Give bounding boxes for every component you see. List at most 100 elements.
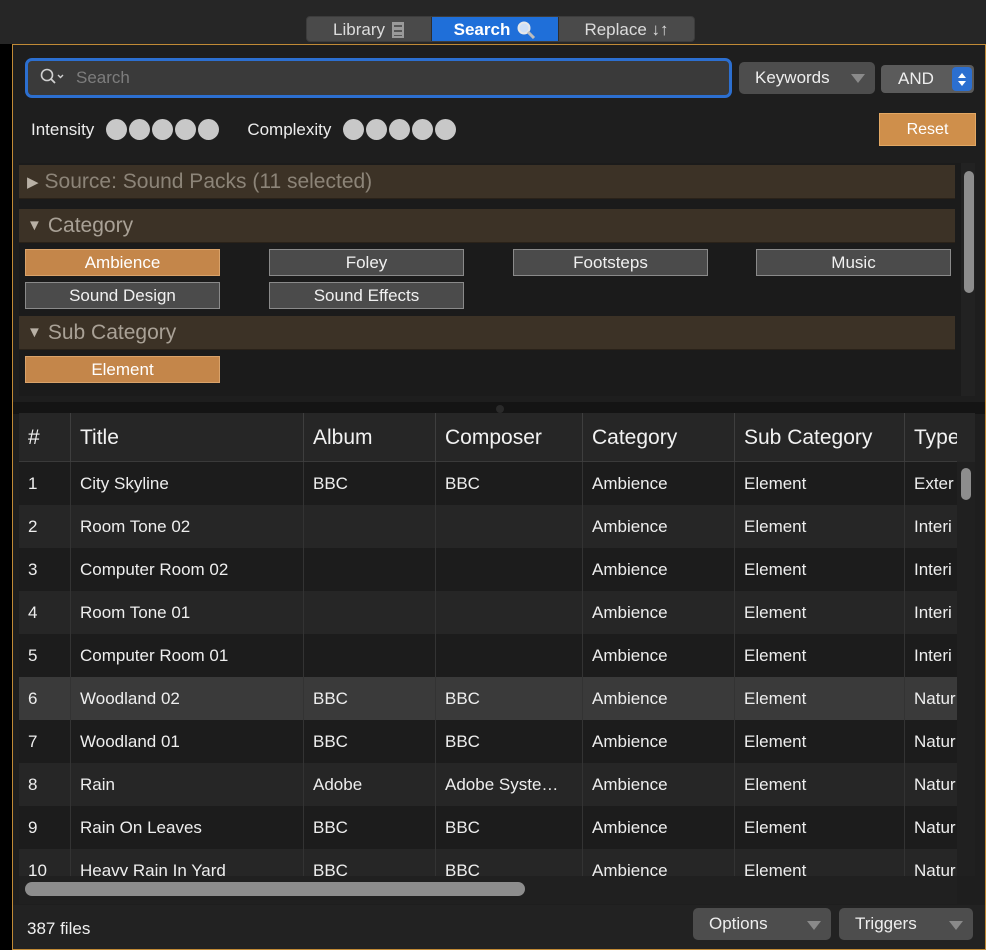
column-header-title[interactable]: Title [71, 413, 304, 462]
disclosure-down-icon: ▼ [27, 324, 42, 341]
table-cell-type: Interi [914, 602, 952, 622]
column-header-subcategory[interactable]: Sub Category [735, 413, 905, 462]
file-count: 387 files [27, 919, 91, 938]
table-cell-number: 10 [19, 849, 71, 877]
category-chip-music[interactable]: Music [756, 249, 951, 276]
intensity-rating[interactable] [106, 119, 220, 140]
category-chip-ambience[interactable]: Ambience [25, 249, 220, 276]
table-cell-category: Ambience [583, 677, 735, 720]
table-cell-number: 1 [19, 462, 71, 505]
category-chip-sound-design[interactable]: Sound Design [25, 282, 220, 309]
table-vscroll-thumb[interactable] [961, 468, 971, 500]
intensity-dot[interactable] [129, 119, 151, 140]
table-row[interactable]: 8 Rain Adobe Adobe Syste… Ambience Element Nat… [19, 763, 957, 806]
column-header-number[interactable]: # [19, 413, 71, 462]
table-row[interactable]: 5 Computer Room 01 Ambience Element Interi [19, 634, 957, 677]
table-row[interactable]: 4 Room Tone 01 Ambience Element Interi [19, 591, 957, 634]
table-row[interactable]: 10 Heavy Rain In Yard BBC BBC Ambience Elemen… [19, 849, 957, 877]
logic-operator-select[interactable]: AND [881, 65, 974, 93]
results-table: # Title Album Composer Category Sub Cate… [19, 413, 957, 877]
column-header-composer[interactable]: Composer [436, 413, 583, 462]
table-row[interactable]: 2 Room Tone 02 Ambience Element Interi [19, 505, 957, 548]
table-cell-subcategory: Element [735, 677, 905, 720]
complexity-dot[interactable] [412, 119, 434, 140]
table-cell-composer: BBC [436, 806, 583, 849]
table-cell-composer: BBC [436, 720, 583, 763]
search-input[interactable] [76, 68, 676, 88]
intensity-dot[interactable] [152, 119, 174, 140]
keywords-dropdown[interactable]: Keywords [739, 62, 875, 94]
table-cell-type: Interi [914, 645, 952, 665]
disclosure-right-icon: ▶ [27, 173, 39, 191]
table-hscroll-thumb[interactable] [25, 882, 525, 896]
table-cell-title: Rain On Leaves [71, 806, 304, 849]
table-cell-title: City Skyline [71, 462, 304, 505]
table-cell-number: 9 [19, 806, 71, 849]
reset-button[interactable]: Reset [879, 113, 976, 146]
table-row[interactable]: 1 City Skyline BBC BBC Ambience Element Exter [19, 462, 957, 505]
complexity-dot[interactable] [366, 119, 388, 140]
table-cell-title: Heavy Rain In Yard [71, 849, 304, 877]
filter-scroll-thumb[interactable] [964, 171, 974, 293]
table-row[interactable]: 3 Computer Room 02 Ambience Element Interi [19, 548, 957, 591]
intensity-dot[interactable] [175, 119, 197, 140]
source-section-label: Source: Sound Packs (11 selected) [44, 169, 373, 193]
tab-replace[interactable]: Replace ↓↑ [558, 17, 694, 41]
table-cell-category: Ambience [583, 505, 735, 548]
table-cell-album [304, 591, 436, 634]
column-header-type[interactable]: Type [905, 413, 957, 462]
triggers-popup-button[interactable]: Triggers [839, 908, 973, 940]
splitter-grip-icon[interactable] [496, 405, 504, 413]
table-cell-type: Exter [914, 473, 954, 493]
table-row[interactable]: 7 Woodland 01 BBC BBC Ambience Element Natur [19, 720, 957, 763]
chevron-down-icon [807, 921, 821, 930]
category-chip-footsteps[interactable]: Footsteps [513, 249, 708, 276]
complexity-dot[interactable] [435, 119, 457, 140]
category-section-header[interactable]: ▼ Category [19, 209, 955, 243]
cabinet-icon [391, 21, 405, 39]
table-cell-type: Interi [914, 516, 952, 536]
table-cell-category: Ambience [583, 720, 735, 763]
keywords-dropdown-label: Keywords [755, 68, 830, 87]
tab-search[interactable]: Search [432, 17, 558, 41]
table-cell-number: 3 [19, 548, 71, 591]
subcategory-section-header[interactable]: ▼ Sub Category [19, 316, 955, 350]
options-popup-button[interactable]: Options [693, 908, 831, 940]
chevron-down-icon [851, 74, 865, 83]
complexity-dot[interactable] [389, 119, 411, 140]
table-cell-number: 5 [19, 634, 71, 677]
table-cell-subcategory: Element [735, 505, 905, 548]
column-header-category[interactable]: Category [583, 413, 735, 462]
category-chip-foley[interactable]: Foley [269, 249, 464, 276]
table-cell-type: Natur [914, 774, 956, 794]
category-chip-sound-effects[interactable]: Sound Effects [269, 282, 464, 309]
table-cell-album: Adobe [304, 763, 436, 806]
filter-scrollbar[interactable] [961, 163, 975, 396]
complexity-rating[interactable] [343, 119, 457, 140]
table-horizontal-scrollbar[interactable] [19, 876, 957, 904]
table-vertical-scrollbar[interactable] [957, 462, 975, 876]
table-cell-number: 6 [19, 677, 71, 720]
table-cell-title: Room Tone 01 [71, 591, 304, 634]
table-header-corner [957, 413, 975, 462]
chevron-down-icon [949, 921, 963, 930]
search-field[interactable] [25, 58, 732, 98]
tab-library[interactable]: Library [307, 17, 432, 41]
subcategory-chip-element[interactable]: Element [25, 356, 220, 383]
column-header-album[interactable]: Album [304, 413, 436, 462]
table-row[interactable]: 6 Woodland 02 BBC BBC Ambience Element Natur [19, 677, 957, 720]
table-cell-type: Natur [914, 688, 956, 708]
table-cell-number: 4 [19, 591, 71, 634]
table-row[interactable]: 9 Rain On Leaves BBC BBC Ambience Element Natu… [19, 806, 957, 849]
table-header: # Title Album Composer Category Sub Cate… [19, 413, 957, 462]
intensity-label: Intensity [31, 119, 95, 139]
search-panel: Keywords AND Intensity Complexity Reset … [12, 44, 986, 950]
complexity-dot[interactable] [343, 119, 365, 140]
table-cell-album: BBC [304, 720, 436, 763]
logic-operator-value: AND [898, 69, 934, 88]
table-cell-category: Ambience [583, 548, 735, 591]
source-section-header[interactable]: ▶ Source: Sound Packs (11 selected) [19, 165, 955, 199]
complexity-label: Complexity [247, 119, 332, 139]
intensity-dot[interactable] [198, 119, 220, 140]
intensity-dot[interactable] [106, 119, 128, 140]
